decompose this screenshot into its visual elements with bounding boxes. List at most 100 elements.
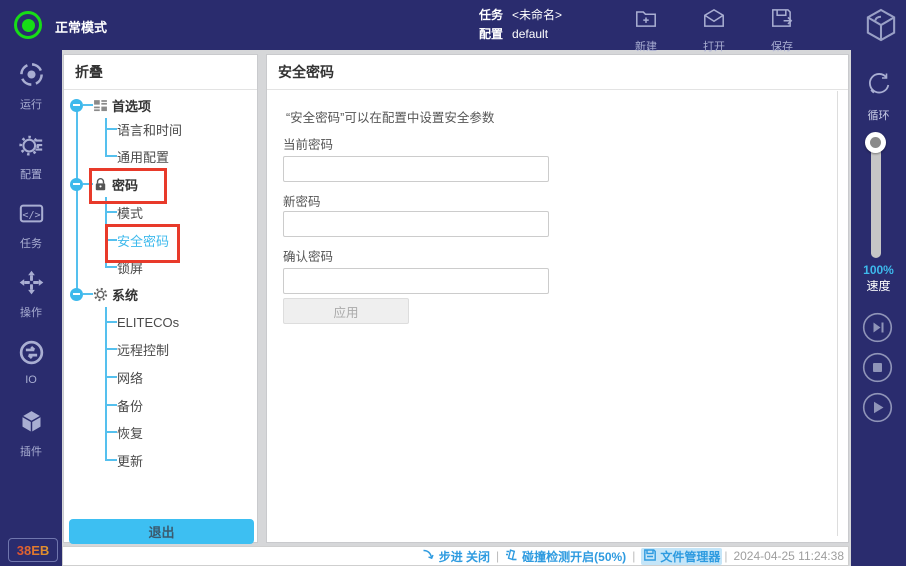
- gear-list-icon: [18, 131, 45, 163]
- speed-label: 速度: [851, 277, 906, 294]
- new-folder-icon: [633, 5, 659, 36]
- collision-icon: [505, 548, 519, 565]
- tree-node-password[interactable]: 密码: [64, 171, 253, 197]
- top-bar: 正常模式 任务<未命名> 配置default 新建 打开: [0, 0, 906, 50]
- exit-button[interactable]: 退出: [69, 519, 254, 544]
- tree-node-mode[interactable]: 模式: [64, 199, 253, 225]
- tree-node-label: 通用配置: [117, 147, 169, 166]
- step-forward-button[interactable]: [862, 312, 893, 343]
- tree-node-remote-control[interactable]: 远程控制: [64, 336, 253, 362]
- current-password-label: 当前密码: [283, 134, 333, 153]
- tree-node-general-config[interactable]: 通用配置: [64, 143, 253, 169]
- tree-node-label: 安全密码: [117, 231, 169, 250]
- step-mode-status[interactable]: 步进 关闭: [422, 548, 490, 565]
- loop-icon: [863, 68, 895, 105]
- task-config-block: 任务<未命名> 配置default: [479, 6, 562, 44]
- brand-logo-icon: [862, 6, 900, 44]
- open-task-button[interactable]: 打开: [692, 5, 736, 54]
- status-separator: |: [496, 549, 499, 563]
- speed-slider-handle[interactable]: [865, 132, 886, 153]
- tree-node-lock-screen[interactable]: 锁屏: [64, 254, 253, 280]
- file-manager-button[interactable]: 文件管理器: [641, 548, 722, 565]
- open-folder-icon: [701, 5, 727, 36]
- cube-icon: [18, 408, 45, 440]
- collapse-toggle-icon[interactable]: [70, 178, 83, 191]
- tree-panel-header[interactable]: 折叠: [64, 55, 257, 90]
- tree-node-label: 更新: [117, 451, 143, 470]
- nav-item-io[interactable]: IO: [0, 339, 62, 386]
- collision-detection-status[interactable]: 碰撞检测开启(50%): [505, 548, 626, 565]
- nav-item-jog[interactable]: 操作: [0, 269, 62, 320]
- tree-node-network[interactable]: 网络: [64, 364, 253, 390]
- nav-item-label: IO: [25, 374, 37, 386]
- tree-node-system[interactable]: 系统: [64, 281, 253, 307]
- loop-control[interactable]: 循环: [851, 68, 906, 123]
- tree-node-preferences[interactable]: 首选项: [64, 92, 253, 118]
- floppy-icon: [643, 548, 657, 565]
- nav-item-label: 任务: [20, 235, 42, 251]
- save-task-button[interactable]: 保存: [760, 5, 804, 54]
- speed-slider-track[interactable]: [871, 146, 881, 258]
- apply-button[interactable]: 应用: [283, 298, 409, 324]
- status-separator: |: [724, 549, 727, 563]
- nav-item-task[interactable]: </> 任务: [0, 200, 62, 251]
- nav-item-plugin[interactable]: 插件: [0, 408, 62, 459]
- new-task-label: 新建: [635, 38, 657, 54]
- speed-value: 100%: [851, 263, 906, 277]
- config-value: default: [512, 27, 548, 41]
- tree-node-update[interactable]: 更新: [64, 447, 253, 473]
- save-icon: [769, 5, 795, 36]
- tree-node-label: 首选项: [112, 96, 151, 115]
- lock-icon: [93, 177, 108, 192]
- page-title: 安全密码: [267, 55, 848, 90]
- collapse-toggle-icon[interactable]: [70, 99, 83, 112]
- mode-indicator-icon[interactable]: [14, 11, 42, 39]
- nav-item-label: 运行: [20, 96, 42, 112]
- tree-node-safety-password[interactable]: 安全密码: [64, 227, 253, 253]
- play-button[interactable]: [862, 392, 893, 423]
- stop-button[interactable]: [862, 352, 893, 383]
- svg-text:</>: </>: [22, 210, 40, 221]
- new-password-field[interactable]: [283, 211, 549, 237]
- save-task-label: 保存: [771, 38, 793, 54]
- settings-tree-panel: 折叠 首选项 语言和时间 通用配置 密码 模式 安全密码 锁屏: [63, 54, 258, 543]
- open-task-label: 打开: [703, 38, 725, 54]
- tree-node-label: ELITECOs: [117, 315, 179, 330]
- tree-node-label: 锁屏: [117, 258, 143, 277]
- tree-node-elitecos[interactable]: ELITECOs: [64, 309, 253, 335]
- task-value: <未命名>: [512, 8, 562, 22]
- preferences-icon: [93, 98, 108, 113]
- gear-icon: [93, 287, 108, 302]
- left-nav-rail: 运行 配置 </> 任务 操作 IO 插件 38EB: [0, 50, 62, 566]
- tree-node-label: 备份: [117, 396, 143, 415]
- tree-node-language-time[interactable]: 语言和时间: [64, 116, 253, 142]
- mode-label: 正常模式: [55, 17, 107, 36]
- status-bar: 步进 关闭 | 碰撞检测开启(50%) | 文件管理器 | 2024-04-25…: [62, 546, 849, 566]
- tree-node-label: 恢复: [117, 423, 143, 442]
- config-label: 配置: [479, 27, 503, 41]
- file-actions: 新建 打开 保存: [624, 5, 804, 54]
- loop-label: 循环: [868, 107, 890, 123]
- new-password-label: 新密码: [283, 191, 321, 210]
- nav-item-config[interactable]: 配置: [0, 131, 62, 182]
- tree-node-label: 网络: [117, 368, 143, 387]
- collapse-toggle-icon[interactable]: [70, 288, 83, 301]
- config-row: 配置 default: [479, 25, 562, 44]
- tree-node-label: 远程控制: [117, 340, 169, 359]
- safety-password-panel: 安全密码 “安全密码”可以在配置中设置安全参数 当前密码 新密码 确认密码 应用: [266, 54, 849, 543]
- confirm-password-field[interactable]: [283, 268, 549, 294]
- current-password-field[interactable]: [283, 156, 549, 182]
- tree-node-label: 系统: [112, 285, 138, 304]
- io-arrows-icon: [18, 339, 45, 371]
- status-separator: |: [632, 549, 635, 563]
- tree-node-label: 模式: [117, 203, 143, 222]
- tree-node-restore[interactable]: 恢复: [64, 419, 253, 445]
- tree-node-backup[interactable]: 备份: [64, 392, 253, 418]
- nav-item-label: 配置: [20, 166, 42, 182]
- nav-item-run[interactable]: 运行: [0, 61, 62, 112]
- panel-divider: [837, 91, 838, 536]
- status-badge[interactable]: 38EB: [8, 538, 58, 562]
- tree-node-label: 语言和时间: [117, 120, 182, 139]
- new-task-button[interactable]: 新建: [624, 5, 668, 54]
- step-arrow-icon: [422, 548, 436, 565]
